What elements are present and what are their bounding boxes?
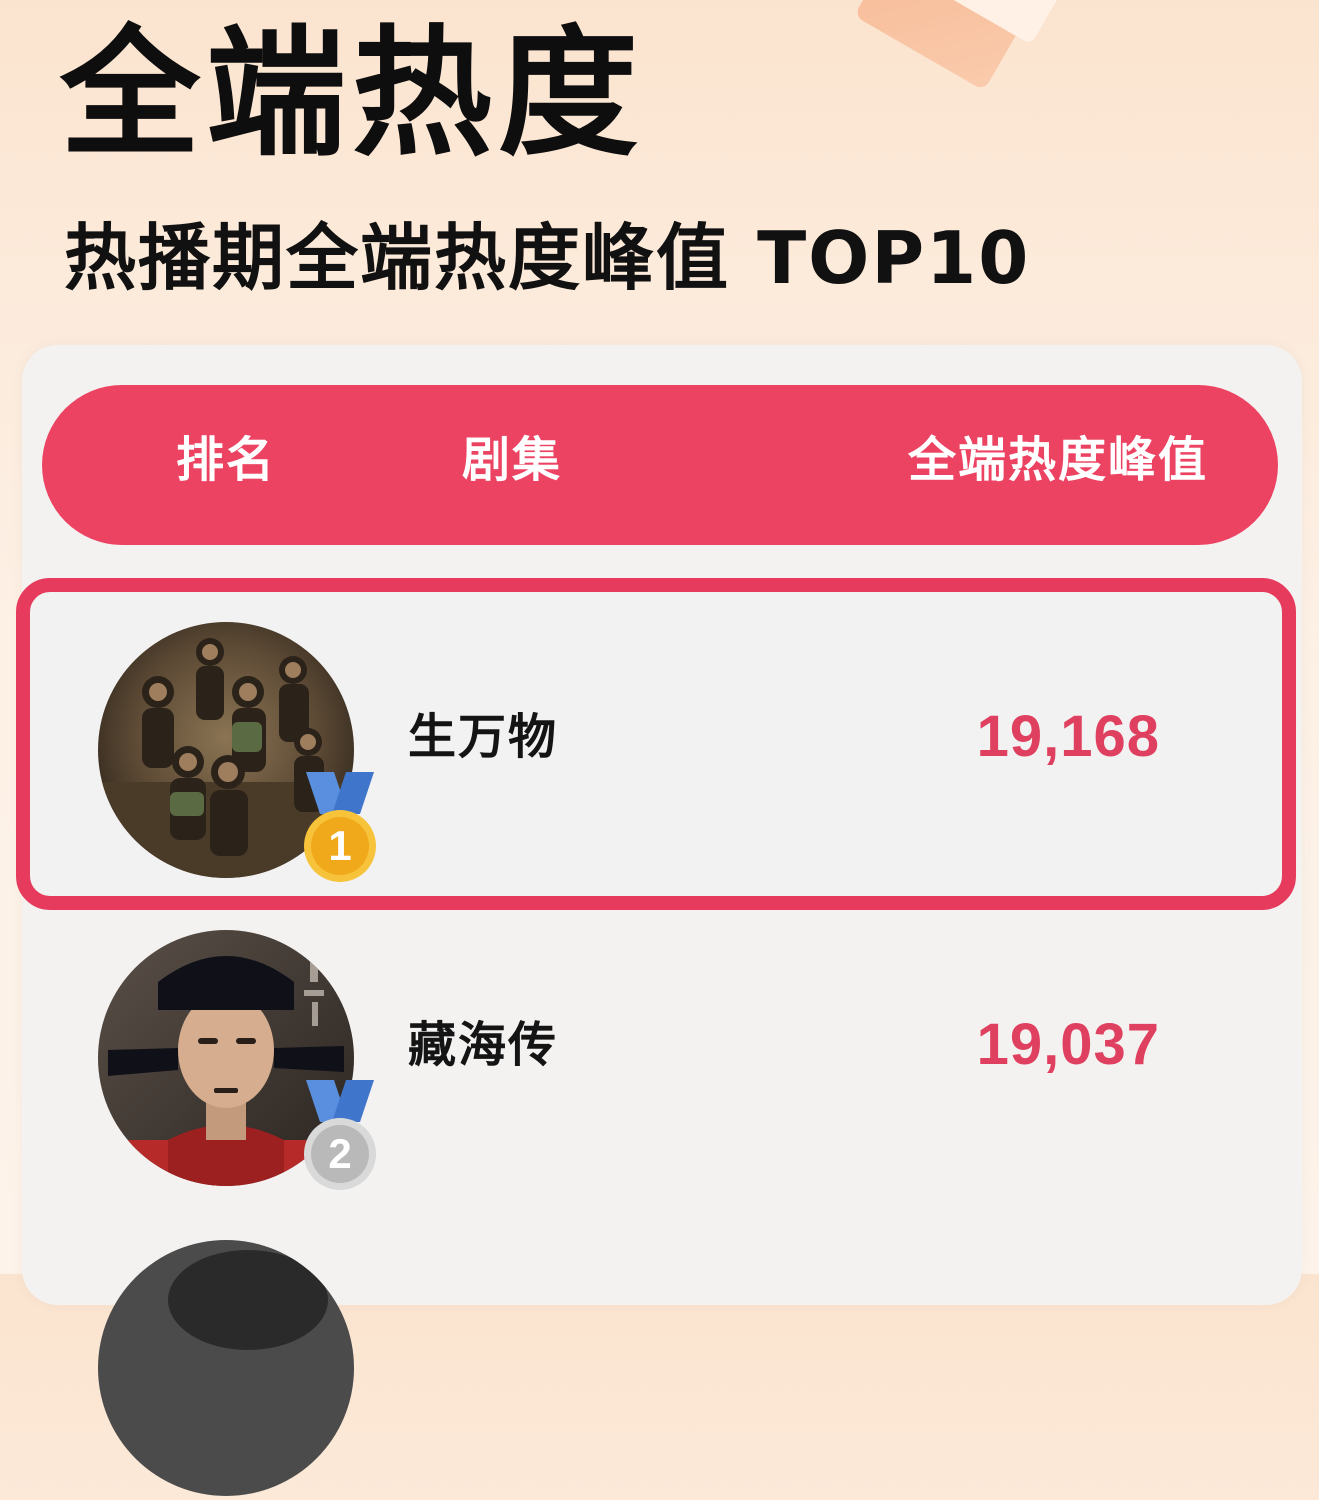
header-heat-peak: 全端热度峰值 xyxy=(907,432,1208,488)
page-subtitle: 热播期全端热度峰值 TOP10 xyxy=(64,216,1031,300)
table-row-2[interactable]: 2 藏海传 19,037 xyxy=(16,890,1286,1190)
heat-peak-value: 19,037 xyxy=(976,1012,1160,1077)
table-row-3-partial[interactable] xyxy=(16,1200,1286,1500)
table-header: 排名 剧集 全端热度峰值 xyxy=(42,385,1278,545)
silver-medal-icon: 2 xyxy=(292,1080,388,1190)
header-show: 剧集 xyxy=(462,432,563,488)
show-poster-avatar xyxy=(98,1240,354,1496)
rank-number: 2 xyxy=(328,1130,352,1177)
gold-medal-icon: 1 xyxy=(292,772,388,882)
show-title[interactable]: 生万物 xyxy=(408,707,558,767)
show-title[interactable]: 藏海传 xyxy=(408,1015,558,1075)
header-rank: 排名 xyxy=(176,432,277,488)
page-title: 全端热度 xyxy=(60,13,645,176)
table-row-1[interactable]: 1 生万物 19,168 xyxy=(16,582,1286,882)
heat-peak-value: 19,168 xyxy=(976,704,1160,769)
rank-number: 1 xyxy=(328,822,352,869)
